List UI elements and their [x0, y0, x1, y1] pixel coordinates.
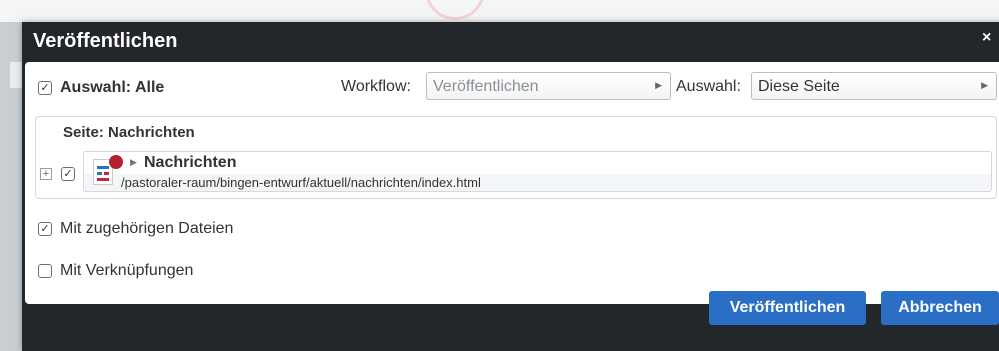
page-icon-bar	[97, 178, 109, 181]
page-icon-bar	[97, 166, 109, 169]
workflow-select[interactable]: Veröffentlichen ▶	[426, 72, 671, 100]
dialog-titlebar: Veröffentlichen ×	[22, 22, 999, 62]
select-all-label: Auswahl: Alle	[60, 79, 165, 96]
page-group: Seite: Nachrichten + ✓ ▶ Nachrichten /pa…	[35, 116, 997, 199]
page-item-checkbox[interactable]: ✓	[61, 167, 75, 181]
close-icon[interactable]: ×	[982, 29, 991, 47]
related-files-label: Mit zugehörigen Dateien	[60, 220, 234, 237]
links-label: Mit Verknüpfungen	[60, 262, 194, 279]
plus-icon[interactable]: +	[40, 168, 52, 180]
auswahl-select-value: Diese Seite	[758, 78, 840, 95]
select-all-checkbox[interactable]: ✓	[38, 81, 52, 95]
page-icon-bar	[97, 172, 102, 175]
caret-right-icon: ▶	[981, 80, 988, 90]
background-page-strip	[0, 0, 999, 22]
workflow-label: Workflow:	[341, 78, 411, 95]
page-item-title: Nachrichten	[144, 154, 237, 171]
status-dot-icon	[109, 155, 123, 169]
background-sidebar	[0, 22, 22, 351]
cancel-button[interactable]: Abbrechen	[881, 291, 999, 325]
page-icon-bar	[104, 172, 109, 175]
workflow-select-value: Veröffentlichen	[433, 78, 539, 95]
background-sidebar-notch	[10, 62, 22, 88]
auswahl-label: Auswahl:	[676, 78, 741, 95]
related-files-checkbox[interactable]: ✓	[38, 222, 52, 236]
links-checkbox[interactable]	[38, 264, 52, 278]
page-item[interactable]: ▶ Nachrichten /pastoraler-raum/bingen-en…	[83, 151, 992, 192]
page-heading: Seite: Nachrichten	[63, 124, 195, 141]
dialog-content: ✓ Auswahl: Alle Workflow: Veröffentliche…	[25, 62, 999, 304]
auswahl-select[interactable]: Diese Seite ▶	[751, 72, 997, 100]
dialog-title: Veröffentlichen	[33, 30, 178, 52]
page-item-path: /pastoraler-raum/bingen-entwurf/aktuell/…	[121, 175, 481, 190]
caret-right-icon: ▶	[655, 80, 662, 90]
caret-right-icon[interactable]: ▶	[130, 157, 137, 168]
publish-button[interactable]: Veröffentlichen	[709, 291, 866, 325]
